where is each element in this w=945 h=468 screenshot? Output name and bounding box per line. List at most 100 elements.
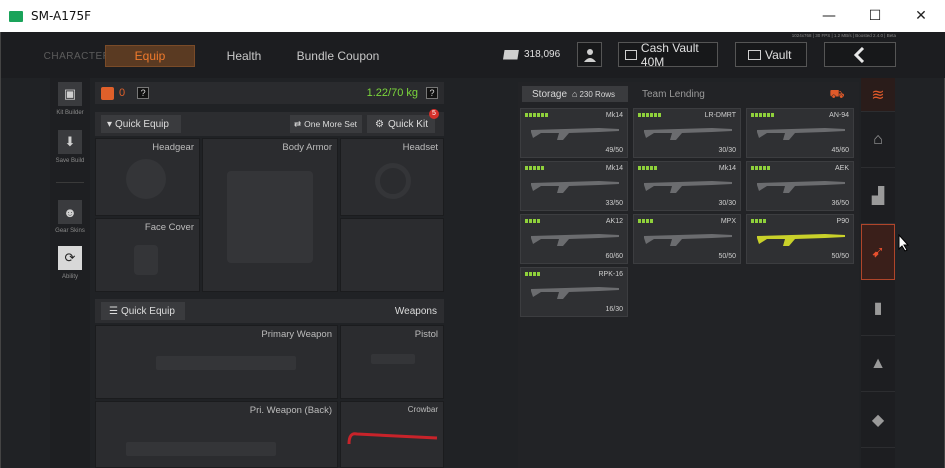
- weapon-icon: [531, 128, 619, 140]
- storage-item[interactable]: AK12 60/60: [520, 214, 628, 264]
- category-grenade-tab[interactable]: ◆: [861, 392, 895, 448]
- crowbar-label: Crowbar: [407, 405, 438, 414]
- gear-bar: ▾ Quick Equip ⇄ One More Set ⚙ Quick Kit…: [95, 109, 444, 136]
- headset-icon: [375, 163, 411, 199]
- item-name: Mk14: [718, 165, 736, 172]
- helmet-icon: [126, 159, 166, 199]
- weapons-quick-equip-label: Quick Equip: [120, 305, 175, 317]
- primary-weapon-label: Primary Weapon: [261, 329, 332, 340]
- quick-kit-button[interactable]: ⚙ Quick Kit 5: [367, 109, 439, 133]
- weapon-icon: [644, 128, 732, 140]
- cart-icon: ⛟: [829, 87, 845, 101]
- cash-vault-button[interactable]: Cash Vault 40M: [618, 40, 718, 69]
- help-icon[interactable]: ?: [137, 87, 150, 99]
- trader-button[interactable]: [577, 42, 602, 67]
- item-level-bar: [751, 166, 770, 170]
- headset-slot[interactable]: Headset: [340, 138, 444, 216]
- tab-bundle-coupon[interactable]: Bundle Coupon: [291, 45, 385, 67]
- item-name: RPK-16: [598, 271, 623, 278]
- weapons-bar: ☰ Quick Equip Weapons: [95, 299, 444, 323]
- item-level-bar: [638, 166, 657, 170]
- gear-skins-button[interactable]: ☻: [58, 200, 82, 224]
- cash-vault-label: Cash Vault 40M: [640, 40, 699, 69]
- weapon-icon: [757, 234, 845, 246]
- storage-item[interactable]: Mk14 30/30: [633, 161, 741, 211]
- pistol-slot[interactable]: Pistol: [340, 325, 444, 399]
- storage-item[interactable]: P90 50/50: [746, 214, 854, 264]
- window-titlebar: SM-A175F — ☐ ✕: [0, 0, 945, 32]
- download-icon: ⬇: [64, 134, 76, 149]
- crowbar-slot[interactable]: Crowbar: [340, 401, 444, 468]
- sort-button[interactable]: ⛟: [829, 86, 845, 102]
- tab-health[interactable]: Health: [213, 45, 275, 67]
- close-button[interactable]: ✕: [898, 0, 944, 32]
- headgear-slot[interactable]: Headgear: [95, 138, 200, 216]
- game-viewport: CHARACTER Equip Health Bundle Coupon 102…: [0, 32, 945, 468]
- window-title: SM-A175F: [31, 9, 92, 23]
- storage-item[interactable]: RPK-16 16/30: [520, 267, 628, 317]
- quick-equip-button[interactable]: ▾ Quick Equip: [101, 115, 181, 133]
- tab-character[interactable]: CHARACTER: [44, 45, 110, 67]
- save-build-button[interactable]: ⬇: [58, 130, 82, 154]
- empty-slot[interactable]: [340, 218, 444, 292]
- category-home-tab[interactable]: ⌂: [861, 112, 895, 168]
- safe-icon: [748, 49, 761, 60]
- pri-weapon-back-slot[interactable]: Pri. Weapon (Back): [95, 401, 338, 468]
- storage-item[interactable]: MPX 50/50: [633, 214, 741, 264]
- item-name: AK12: [605, 218, 623, 225]
- minimize-button[interactable]: —: [806, 0, 852, 32]
- weapon-icon: [644, 181, 732, 193]
- cash-icon: [503, 49, 519, 60]
- category-magazine-tab[interactable]: ▮: [861, 280, 895, 336]
- weight-help-icon[interactable]: ?: [426, 87, 438, 99]
- category-ammo-tab[interactable]: ▲: [861, 336, 895, 392]
- headgear-label: Headgear: [152, 142, 194, 153]
- gear-icon: ⚙: [375, 118, 384, 130]
- storage-item[interactable]: Mk14 49/50: [520, 108, 628, 158]
- body-armor-slot[interactable]: Body Armor: [202, 138, 338, 292]
- one-more-set-button[interactable]: ⇄ One More Set: [290, 115, 362, 133]
- item-level-bar: [525, 113, 548, 117]
- face-cover-slot[interactable]: Face Cover: [95, 218, 200, 292]
- item-count: 50/50: [831, 253, 849, 260]
- weapons-quick-equip-button[interactable]: ☰ Quick Equip: [101, 302, 185, 320]
- storage-item[interactable]: LR-DMRT 30/30: [633, 108, 741, 158]
- vest-icon: [101, 86, 114, 100]
- ability-icon: ⟳: [64, 250, 76, 265]
- storage-item[interactable]: AN-94 45/60: [746, 108, 854, 158]
- item-level-bar: [751, 219, 766, 223]
- category-armor-tab[interactable]: ▟: [861, 168, 895, 224]
- body-armor-label: Body Armor: [282, 142, 332, 153]
- top-bar: CHARACTER Equip Health Bundle Coupon 102…: [1, 32, 945, 78]
- item-name: Mk14: [605, 112, 623, 119]
- armor-icon: ▟: [871, 187, 885, 205]
- item-count: 30/30: [718, 200, 736, 207]
- pri-weapon-back-label: Pri. Weapon (Back): [249, 405, 332, 416]
- item-name: AEK: [834, 165, 849, 172]
- storage-tab[interactable]: Storage ⌂ 230 Rows: [522, 86, 628, 102]
- storage-item[interactable]: AEK 36/50: [746, 161, 854, 211]
- item-level-bar: [638, 113, 661, 117]
- primary-weapon-slot[interactable]: Primary Weapon: [95, 325, 338, 399]
- quick-equip-label: Quick Equip: [115, 118, 169, 130]
- kit-builder-button[interactable]: ▣: [58, 82, 82, 106]
- pistol-icon: [371, 354, 415, 364]
- weapon-icon: [757, 181, 845, 193]
- ability-button[interactable]: ⟳: [58, 246, 82, 270]
- item-count: 33/50: [605, 200, 623, 207]
- tab-equip[interactable]: Equip: [105, 45, 195, 67]
- divider: [56, 182, 84, 183]
- ammo-icon: ▲: [870, 354, 886, 372]
- item-name: LR-DMRT: [704, 112, 736, 119]
- money-display: 318,096: [499, 42, 567, 67]
- team-lending-tab[interactable]: Team Lending: [642, 86, 705, 102]
- back-button[interactable]: [824, 42, 896, 67]
- left-menu: ▣ Kit Builder ⬇ Save Build ☻ Gear Skins …: [50, 78, 90, 468]
- storage-panel: Storage ⌂ 230 Rows Team Lending ⛟ Mk14 49…: [518, 82, 859, 468]
- vault-button[interactable]: Vault: [735, 42, 807, 67]
- storage-item[interactable]: Mk14 33/50: [520, 161, 628, 211]
- maximize-button[interactable]: ☐: [852, 0, 898, 32]
- item-level-bar: [525, 166, 544, 170]
- category-all-tab[interactable]: ≋: [861, 78, 895, 112]
- category-gun-tab[interactable]: ➹: [861, 224, 895, 280]
